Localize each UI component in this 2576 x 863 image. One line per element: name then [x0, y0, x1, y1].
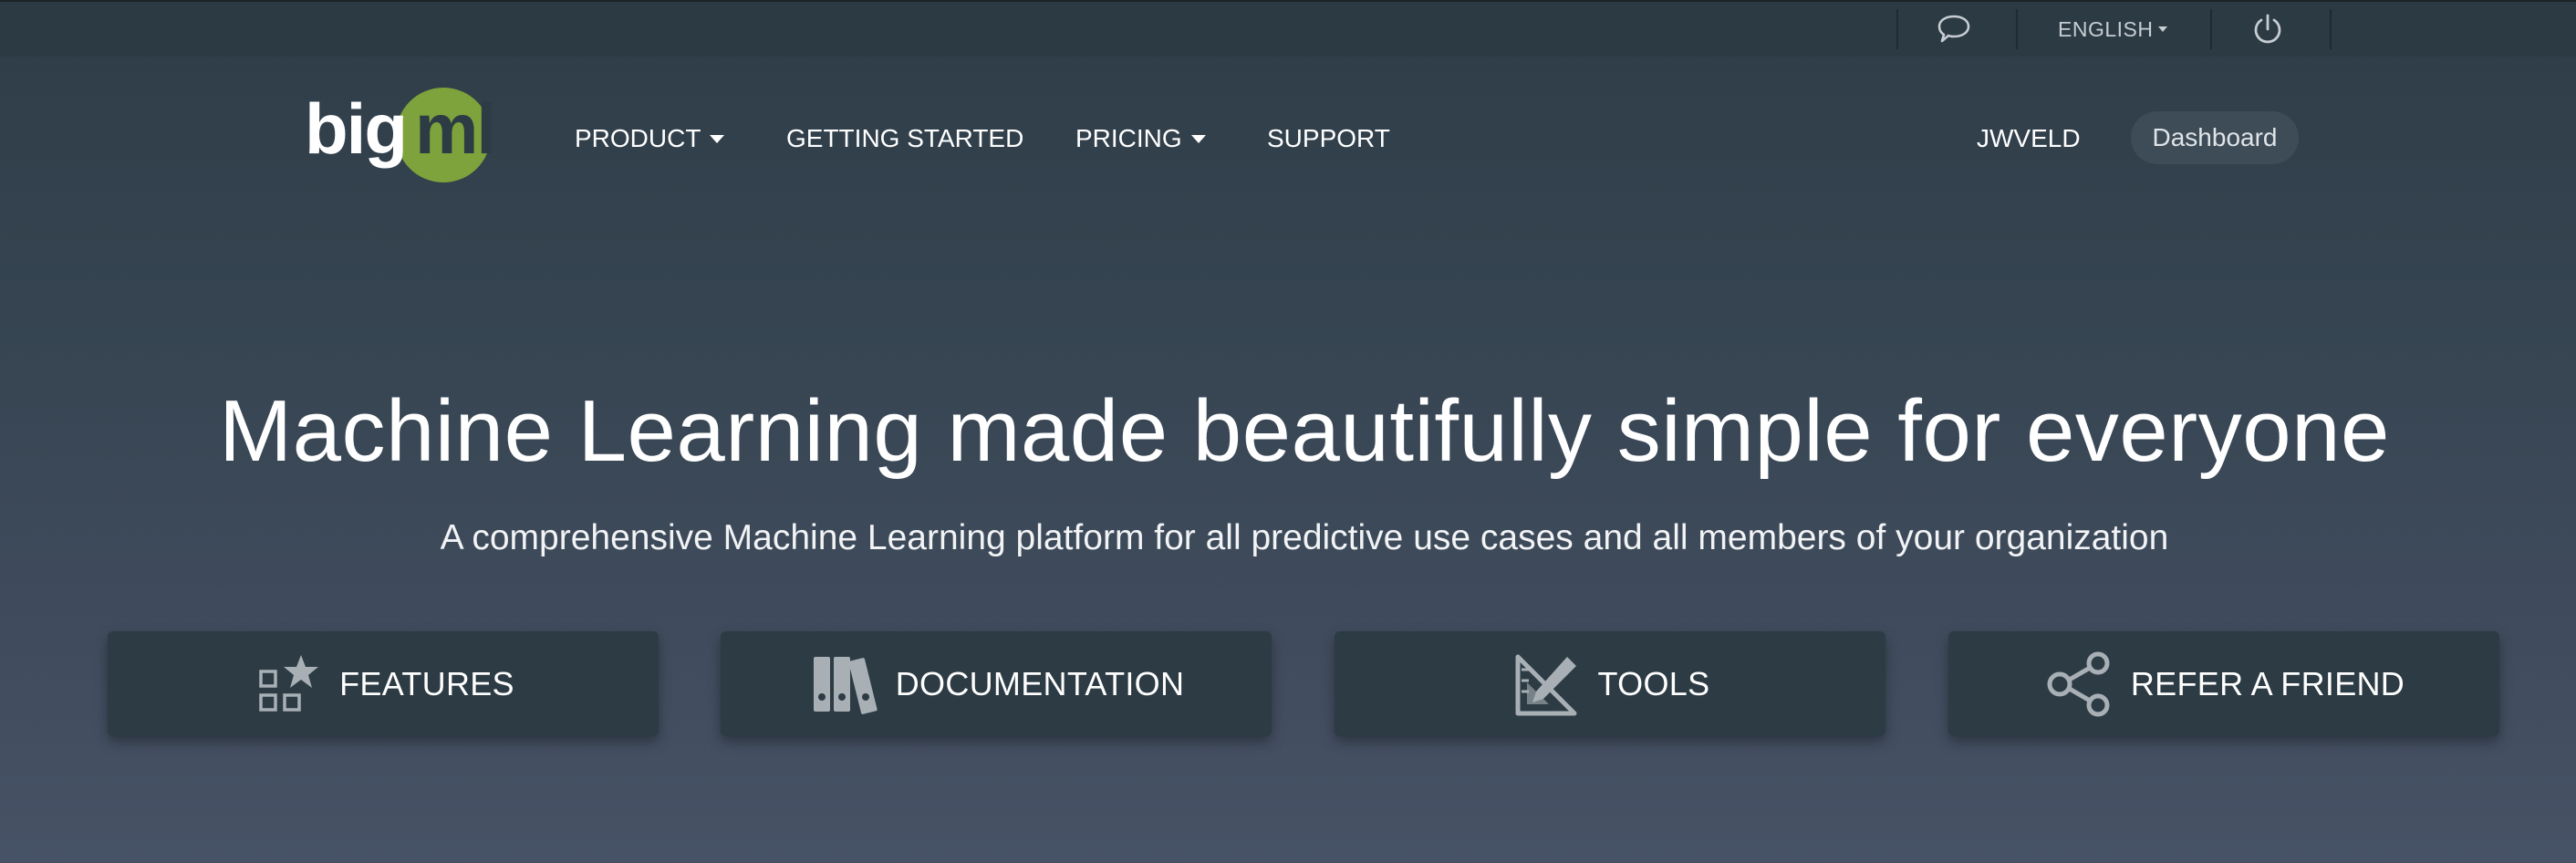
nav-getting-started[interactable]: GETTING STARTED [786, 120, 1023, 157]
dashboard-button[interactable]: Dashboard [2131, 111, 2299, 164]
nav-pricing[interactable]: PRICING [1075, 120, 1206, 157]
svg-text:big: big [305, 88, 406, 169]
nav-pricing-label: PRICING [1075, 124, 1182, 152]
documentation-card[interactable]: DOCUMENTATION [721, 631, 1272, 736]
utility-divider [2210, 9, 2212, 49]
nav-support-label: SUPPORT [1267, 124, 1390, 152]
hero-subtitle: A comprehensive Machine Learning platfor… [440, 518, 2169, 557]
share-icon [2043, 651, 2114, 717]
utility-divider [2016, 9, 2018, 49]
chat-icon[interactable] [1936, 2, 1972, 57]
chevron-down-icon [710, 134, 725, 143]
user-menu[interactable]: JWVELD [1977, 120, 2081, 157]
tools-card[interactable]: TOOLS [1335, 631, 1885, 736]
refer-a-friend-card[interactable]: REFER A FRIEND [1948, 631, 2499, 736]
power-icon[interactable] [2249, 2, 2286, 57]
features-label: FEATURES [339, 664, 514, 702]
language-selector[interactable]: ENGLISH [2058, 2, 2168, 57]
language-label: ENGLISH [2058, 16, 2154, 41]
svg-text:ml: ml [415, 88, 494, 169]
bigml-logo[interactable]: big ml [301, 80, 520, 190]
tools-icon [1511, 651, 1582, 717]
documentation-label: DOCUMENTATION [895, 664, 1185, 702]
features-icon [252, 651, 323, 717]
utility-divider [2330, 9, 2332, 49]
nav-product-label: PRODUCT [575, 124, 701, 152]
tools-label: TOOLS [1597, 664, 1710, 702]
main-nav: big ml PRODUCT GETTING STARTED PRICING S… [0, 57, 2576, 216]
documentation-icon [808, 651, 879, 717]
hero-title: Machine Learning made beautifully simple… [219, 382, 2390, 480]
nav-support[interactable]: SUPPORT [1267, 120, 1390, 157]
features-card[interactable]: FEATURES [108, 631, 659, 736]
username: JWVELD [1977, 124, 2081, 152]
utility-bar: ENGLISH [0, 2, 2576, 57]
refer-a-friend-label: REFER A FRIEND [2130, 664, 2405, 702]
chevron-down-icon [2158, 26, 2168, 32]
nav-product[interactable]: PRODUCT [575, 120, 725, 157]
nav-getting-started-label: GETTING STARTED [786, 124, 1024, 152]
utility-divider [1896, 9, 1898, 49]
chevron-down-icon [1190, 134, 1206, 143]
